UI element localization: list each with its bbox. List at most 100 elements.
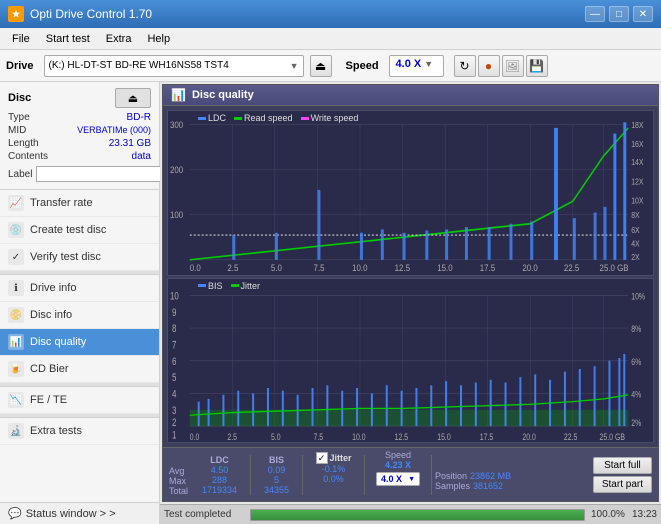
nav-drive-info[interactable]: ℹ Drive info — [0, 275, 159, 302]
speed-stat-select-value: 4.0 X — [381, 474, 402, 484]
burn-button[interactable]: ● — [478, 55, 500, 77]
disc-label-label: Label — [8, 169, 32, 180]
status-window[interactable]: 💬 Status window > > — [0, 502, 159, 524]
svg-text:2: 2 — [172, 416, 176, 429]
legend-read: Read speed — [234, 113, 293, 123]
drive-select[interactable]: (K:) HL-DT-ST BD-RE WH16NS58 TST4 ▼ — [44, 55, 304, 77]
nav-disc-info-label: Disc info — [30, 309, 72, 321]
jitter-check-container: ✓ Jitter — [316, 452, 352, 464]
nav-cd-bier[interactable]: 🍺 CD Bier — [0, 356, 159, 383]
svg-text:5.0: 5.0 — [271, 430, 281, 441]
minimize-button[interactable]: — — [585, 6, 605, 22]
nav-create-test-disc[interactable]: 💿 Create test disc — [0, 217, 159, 244]
legend-bis-dot — [198, 284, 206, 287]
quality-header: 📊 Disc quality — [163, 85, 658, 106]
app-icon: ★ — [8, 6, 24, 22]
bis-max: 5 — [274, 475, 279, 485]
svg-text:12.5: 12.5 — [395, 430, 409, 441]
maximize-button[interactable]: □ — [609, 6, 629, 22]
charts-container: LDC Read speed Write speed — [163, 106, 658, 447]
nav-disc-quality-label: Disc quality — [30, 336, 86, 348]
stats-avg-label: Avg — [169, 466, 188, 476]
nav-verify-test-disc[interactable]: ✓ Verify test disc — [0, 244, 159, 271]
image-button[interactable]: 🖼 — [502, 55, 524, 77]
stats-max-label: Max — [169, 476, 188, 486]
samples-row: Samples 381652 — [435, 481, 511, 491]
menu-start-test[interactable]: Start test — [38, 31, 98, 47]
stats-divider-4 — [431, 455, 432, 495]
quality-panel: 📊 Disc quality LDC Read spee — [162, 84, 659, 502]
cd-bier-icon: 🍺 — [8, 361, 24, 377]
jitter-checkbox[interactable]: ✓ — [316, 452, 328, 464]
svg-text:6X: 6X — [631, 225, 640, 235]
disc-contents-row: Contents data — [8, 151, 151, 162]
chart-bis-svg: 10 9 8 7 6 5 4 3 2 1 — [168, 279, 653, 443]
eject-button[interactable]: ⏏ — [310, 55, 332, 77]
svg-text:17.5: 17.5 — [480, 430, 494, 441]
stats-row: Avg Max Total LDC 4.50 288 1719334 BIS 0… — [163, 447, 658, 501]
speed-stat-label: Speed — [385, 450, 411, 460]
title-bar-controls: — □ ✕ — [585, 6, 653, 22]
chart-ldc-svg: 300 200 100 — [168, 111, 653, 275]
legend-write-dot — [301, 117, 309, 120]
svg-text:12.5: 12.5 — [395, 263, 411, 274]
svg-text:20.0: 20.0 — [522, 430, 536, 441]
start-full-button[interactable]: Start full — [593, 457, 652, 474]
speed-stat-value: 4.23 X — [385, 460, 411, 470]
disc-length-label: Length — [8, 138, 39, 149]
nav-disc-quality[interactable]: 📊 Disc quality — [0, 329, 159, 356]
chart-bis: BIS Jitter 10 9 8 7 6 — [167, 278, 654, 444]
main-layout: Disc ⏏ Type BD-R MID VERBATIMe (000) Len… — [0, 82, 661, 524]
disc-title: Disc — [8, 92, 31, 104]
svg-text:1: 1 — [172, 429, 176, 442]
svg-text:10X: 10X — [631, 196, 643, 206]
disc-type-label: Type — [8, 112, 30, 123]
legend-jitter-label: Jitter — [241, 281, 261, 291]
disc-type-value: BD-R — [127, 112, 151, 123]
disc-eject-icon[interactable]: ⏏ — [115, 88, 151, 108]
title-bar-left: ★ Opti Drive Control 1.70 — [8, 6, 152, 22]
nav-extra-tests[interactable]: 🔬 Extra tests — [0, 418, 159, 445]
toolbar-icons: ↻ ● 🖼 💾 — [454, 55, 548, 77]
nav-transfer-rate-label: Transfer rate — [30, 197, 93, 209]
disc-label-input[interactable] — [36, 166, 174, 182]
disc-quality-icon: 📊 — [8, 334, 24, 350]
disc-mid-value: VERBATIMe (000) — [77, 125, 151, 136]
progress-time: 13:23 — [632, 509, 657, 520]
menu-help[interactable]: Help — [139, 31, 178, 47]
svg-text:9: 9 — [172, 306, 176, 319]
svg-text:8X: 8X — [631, 211, 640, 221]
position-row: Position 23862 MB — [435, 471, 511, 481]
disc-mid-row: MID VERBATIMe (000) — [8, 125, 151, 136]
svg-text:10: 10 — [170, 290, 179, 303]
speed-select[interactable]: 4.0 X ▼ — [389, 55, 444, 77]
nav-transfer-rate[interactable]: 📈 Transfer rate — [0, 190, 159, 217]
content-area: 📊 Disc quality LDC Read spee — [160, 82, 661, 524]
nav-verify-test-disc-label: Verify test disc — [30, 251, 101, 263]
svg-text:10.0: 10.0 — [352, 430, 366, 441]
samples-label: Samples — [435, 481, 470, 491]
menu-file[interactable]: File — [4, 31, 38, 47]
jitter-max: 0.0% — [323, 474, 344, 484]
progress-status: Test completed — [164, 509, 244, 520]
progress-bar-fill — [251, 510, 584, 520]
close-button[interactable]: ✕ — [633, 6, 653, 22]
progress-bar-track — [250, 509, 585, 521]
bis-col-header: BIS — [269, 455, 284, 465]
speed-stat-dropdown-arrow: ▼ — [408, 476, 415, 483]
refresh-button[interactable]: ↻ — [454, 55, 476, 77]
drive-label: Drive — [6, 60, 34, 72]
quality-header-icon: 📊 — [171, 88, 186, 102]
stats-divider-1 — [250, 455, 251, 495]
disc-info-icon: 📀 — [8, 307, 24, 323]
svg-text:0.0: 0.0 — [190, 430, 200, 441]
svg-text:16X: 16X — [631, 140, 643, 150]
nav-disc-info[interactable]: 📀 Disc info — [0, 302, 159, 329]
start-part-button[interactable]: Start part — [593, 476, 652, 493]
menu-extra[interactable]: Extra — [98, 31, 140, 47]
save-button[interactable]: 💾 — [526, 55, 548, 77]
position-label: Position — [435, 471, 467, 481]
speed-stat-select[interactable]: 4.0 X ▼ — [376, 472, 420, 486]
nav-fe-te[interactable]: 📉 FE / TE — [0, 387, 159, 414]
svg-text:15.0: 15.0 — [437, 263, 453, 274]
